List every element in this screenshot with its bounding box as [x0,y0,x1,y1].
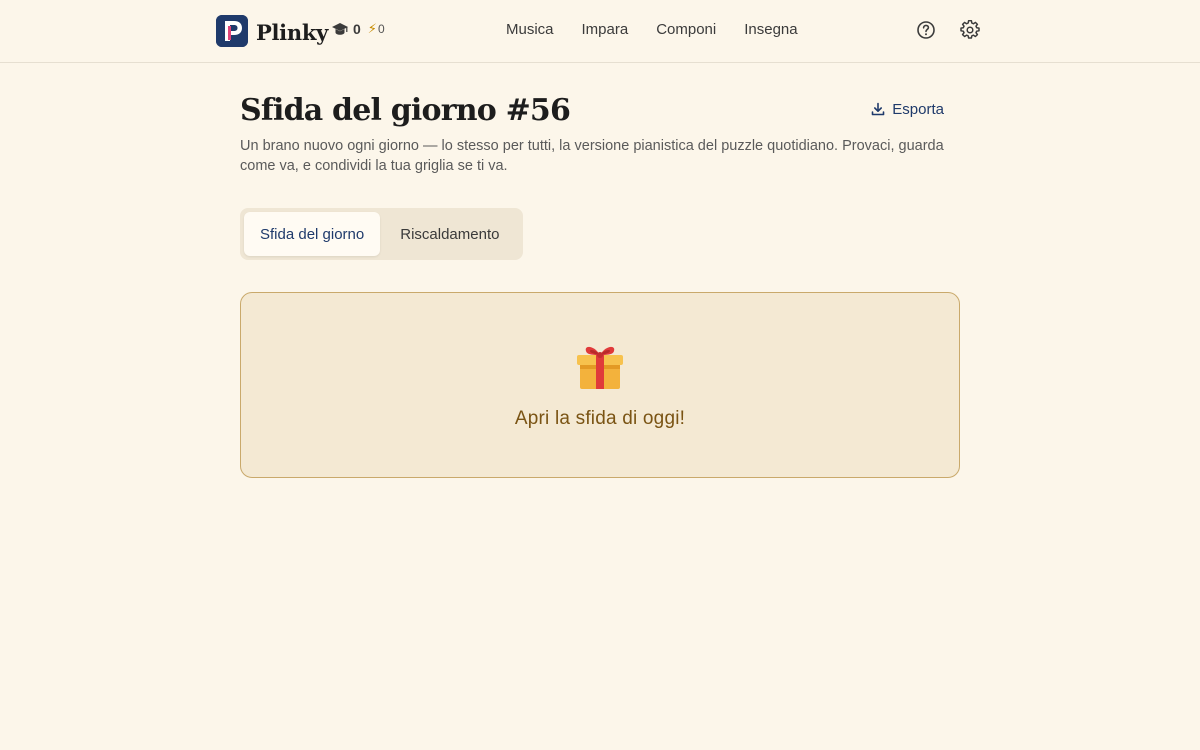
nav-item-impara[interactable]: Impara [568,20,643,40]
energy-count: 0 [377,22,385,36]
help-icon [917,21,935,39]
nav-item-musica[interactable]: Musica [492,20,568,40]
graduation-cap-icon [332,22,348,36]
energy-stat: ⚡ 0 [361,21,385,37]
gear-icon [960,20,980,39]
settings-button[interactable] [960,20,980,40]
mode-tabs: Sfida del giorno Riscaldamento [240,208,524,260]
logo-mark-icon [216,15,248,47]
streak-count: 0 [353,21,361,37]
page-title: Sfida del giorno #56 [240,93,571,128]
nav-item-componi[interactable]: Componi [642,20,730,40]
lightning-icon: ⚡ [367,21,377,36]
gift-icon [572,337,628,398]
tab-warmup[interactable]: Riscaldamento [384,212,519,256]
open-challenge-card[interactable]: Apri la sfida di oggi! [240,292,960,478]
export-label: Esporta [892,100,944,118]
page-subtitle: Un brano nuovo ogni giorno — lo stesso p… [240,138,944,174]
main-content: Sfida del giorno #56 Esporta Un brano nu… [240,90,960,478]
top-navigation-bar: Plinky 0 ⚡ 0 Musica Impara Componi Inseg… [0,0,1200,63]
user-stats: 0 ⚡ 0 [332,21,385,37]
export-button[interactable]: Esporta [859,96,960,122]
nav-item-insegna[interactable]: Insegna [730,20,811,40]
brand-name: Plinky [256,20,328,45]
download-icon [871,102,885,116]
open-challenge-label: Apri la sfida di oggi! [514,408,686,429]
help-button[interactable] [916,20,936,40]
main-nav: Musica Impara Componi Insegna [492,20,812,40]
brand-logo[interactable]: Plinky [216,15,328,47]
streak-stat: 0 [332,21,361,37]
tab-daily-challenge[interactable]: Sfida del giorno [244,212,381,256]
